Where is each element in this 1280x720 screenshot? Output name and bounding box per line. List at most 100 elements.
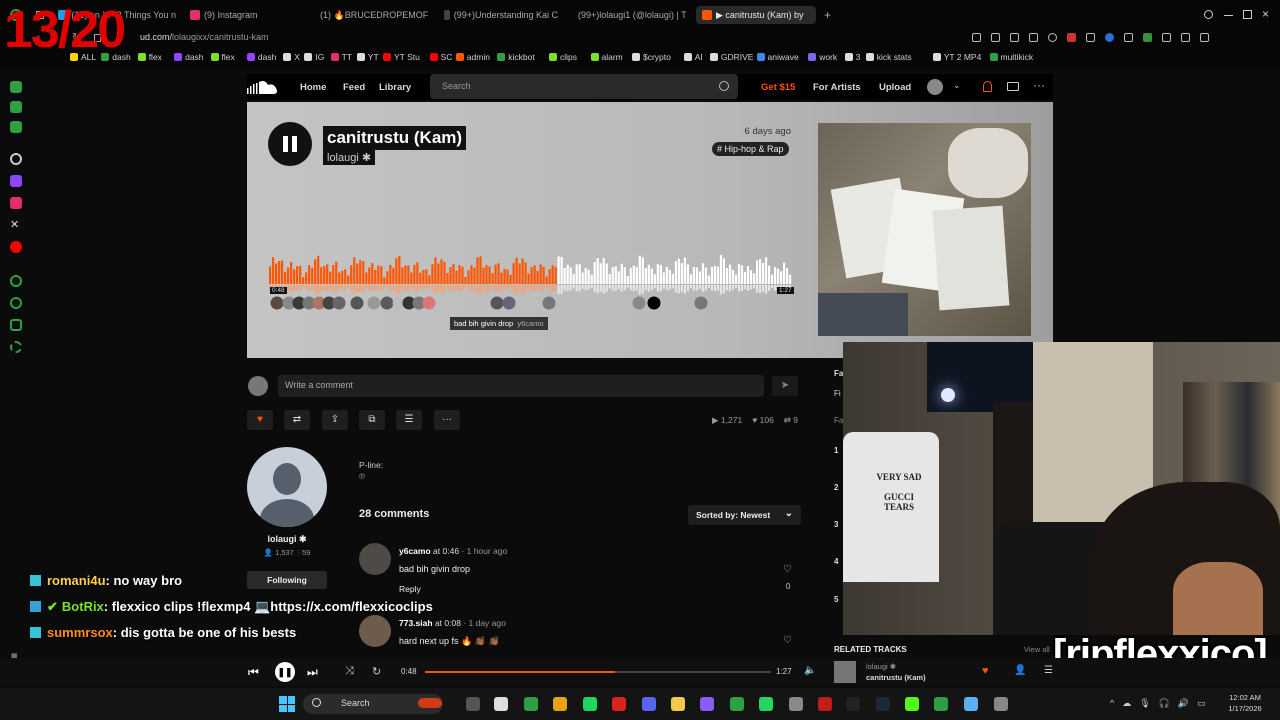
nav-home[interactable]: Home: [300, 82, 326, 93]
sidebar-app-icon[interactable]: [10, 81, 22, 93]
calendar-grid-icon[interactable]: [994, 697, 1008, 711]
comment-timestamp[interactable]: at 0:46: [433, 546, 459, 556]
comment-timestamp[interactable]: at 0:08: [435, 618, 461, 628]
nav-library[interactable]: Library: [379, 82, 411, 93]
obs-icon[interactable]: [846, 697, 860, 711]
copy-link-button[interactable]: ⧉: [359, 410, 385, 430]
sidebar-history-icon[interactable]: [10, 297, 22, 309]
uploader-name[interactable]: lolaugi ✱: [247, 534, 327, 545]
gear-icon[interactable]: [789, 697, 803, 711]
extension-icon[interactable]: [1029, 33, 1038, 42]
browser-tab[interactable]: (1) 🔥BRUCEDROPEMOFF: [316, 6, 428, 24]
search-icon[interactable]: [719, 81, 729, 91]
comment-user[interactable]: y6camo: [399, 546, 431, 556]
bookmark-item[interactable]: flex: [210, 52, 235, 62]
send-comment-icon[interactable]: ➤: [772, 376, 798, 396]
related-track-title[interactable]: canitrustu (Kam): [866, 673, 926, 682]
notepad-plus-icon[interactable]: [964, 697, 978, 711]
chevron-down-icon[interactable]: ⌄: [953, 80, 961, 91]
record-icon[interactable]: [818, 697, 832, 711]
player-like-icon[interactable]: ♥: [982, 665, 989, 677]
bookmark-item[interactable]: X: [283, 52, 300, 62]
player-progress-bar[interactable]: [425, 671, 771, 673]
windows-start-icon[interactable]: [279, 696, 295, 712]
player-pause-button[interactable]: ❚❚: [275, 662, 295, 682]
edge-browser-icon[interactable]: [524, 697, 538, 711]
extension-icon[interactable]: [1010, 33, 1019, 42]
bookmark-item[interactable]: alarm: [590, 52, 623, 62]
soundcloud-logo-icon[interactable]: [247, 80, 279, 94]
comment-avatar[interactable]: [359, 615, 391, 647]
headphones-icon[interactable]: 🎧: [1159, 698, 1170, 709]
comment-like-icon[interactable]: ♡: [783, 635, 792, 646]
following-button[interactable]: Following: [247, 571, 327, 589]
sort-dropdown[interactable]: Sorted by: Newest ⌄: [688, 505, 801, 525]
pause-button[interactable]: [268, 122, 312, 166]
bookmark-item[interactable]: flex: [137, 52, 162, 62]
messages-icon[interactable]: [1007, 82, 1019, 91]
onedrive-icon[interactable]: ☁: [1122, 698, 1131, 709]
get15-link[interactable]: Get $15: [761, 82, 795, 93]
previous-track-icon[interactable]: ⏮: [248, 665, 259, 680]
extension-icon[interactable]: [1143, 33, 1152, 42]
comment-like-icon[interactable]: ♡: [783, 564, 792, 575]
sidebar-app-icon[interactable]: [10, 101, 22, 113]
extension-icon[interactable]: [1048, 33, 1057, 42]
waveform[interactable]: [269, 250, 792, 296]
spotify-icon[interactable]: [583, 697, 597, 711]
user-avatar[interactable]: [927, 79, 943, 95]
bookmark-item[interactable]: GDRIVE: [709, 52, 753, 62]
bookmark-item[interactable]: multikick: [989, 52, 1033, 62]
bookmark-item[interactable]: AI: [683, 52, 703, 62]
maximize-button[interactable]: [1243, 10, 1252, 19]
extension-icon[interactable]: [1162, 33, 1171, 42]
reply-button[interactable]: Reply: [399, 584, 421, 594]
whatsapp-icon[interactable]: [759, 697, 773, 711]
sidebar-twitch-icon[interactable]: [10, 175, 22, 187]
related-track-thumb[interactable]: [834, 661, 856, 683]
repost-button[interactable]: ⇄: [284, 410, 310, 430]
tray-chevron-icon[interactable]: ^: [1110, 698, 1114, 709]
extension-icon[interactable]: [1200, 33, 1209, 42]
share-button[interactable]: ⇪: [322, 410, 348, 430]
extension-icon[interactable]: [972, 33, 981, 42]
nav-feed[interactable]: Feed: [343, 82, 365, 93]
bookmark-item[interactable]: SC: [429, 52, 452, 62]
speaker-icon[interactable]: 🔊: [1178, 698, 1189, 709]
search-input[interactable]: Search: [430, 74, 738, 99]
comment-avatar[interactable]: [359, 543, 391, 575]
bookmark-item[interactable]: IG: [304, 52, 324, 62]
bookmark-item[interactable]: kickbot: [497, 52, 535, 62]
for-artists-link[interactable]: For Artists: [813, 82, 861, 93]
minimize-button[interactable]: [1224, 15, 1233, 16]
view-all-link[interactable]: View all: [1024, 645, 1050, 654]
game-icon[interactable]: [934, 697, 948, 711]
comment-input[interactable]: Write a comment: [278, 375, 764, 397]
bookmark-item[interactable]: kick stats: [865, 52, 912, 62]
steam-icon[interactable]: [876, 697, 890, 711]
extension-icon[interactable]: [1067, 33, 1076, 42]
sidebar-youtube-icon[interactable]: [10, 241, 22, 253]
queue-icon[interactable]: ☰: [1044, 665, 1053, 676]
more-options-icon[interactable]: ···: [1033, 78, 1045, 92]
close-window-button[interactable]: ×: [1262, 7, 1269, 21]
bookmark-item[interactable]: clips: [549, 52, 577, 62]
xbox-icon[interactable]: [730, 697, 744, 711]
browser-tab-active[interactable]: ▶ canitrustu (Kam) by: [696, 6, 816, 24]
bookmark-item[interactable]: dash: [246, 52, 276, 62]
url-field[interactable]: ud.com/lolaugixx/canitrustu-kam: [140, 32, 269, 42]
file-explorer-icon[interactable]: [671, 697, 685, 711]
mic-icon[interactable]: 🎙: [1139, 698, 1150, 709]
sidebar-x-icon[interactable]: ✕: [10, 219, 22, 231]
bookmark-item[interactable]: aniwave: [756, 52, 799, 62]
bookmark-item[interactable]: YT 2 MP4: [932, 52, 981, 62]
uploader-avatar[interactable]: [247, 447, 327, 527]
track-artist[interactable]: lolaugi ✱: [323, 150, 376, 165]
extension-icon[interactable]: [991, 33, 1000, 42]
like-button[interactable]: ♥: [247, 410, 273, 430]
browser-tab[interactable]: (99+)lolaugi1 (@lolaugi) | T: [574, 6, 686, 24]
genre-tag[interactable]: # Hip-hop & Rap: [712, 142, 789, 156]
next-track-icon[interactable]: ⏭: [307, 665, 318, 680]
bookmark-item[interactable]: work: [808, 52, 837, 62]
repeat-icon[interactable]: ↻: [372, 665, 381, 678]
